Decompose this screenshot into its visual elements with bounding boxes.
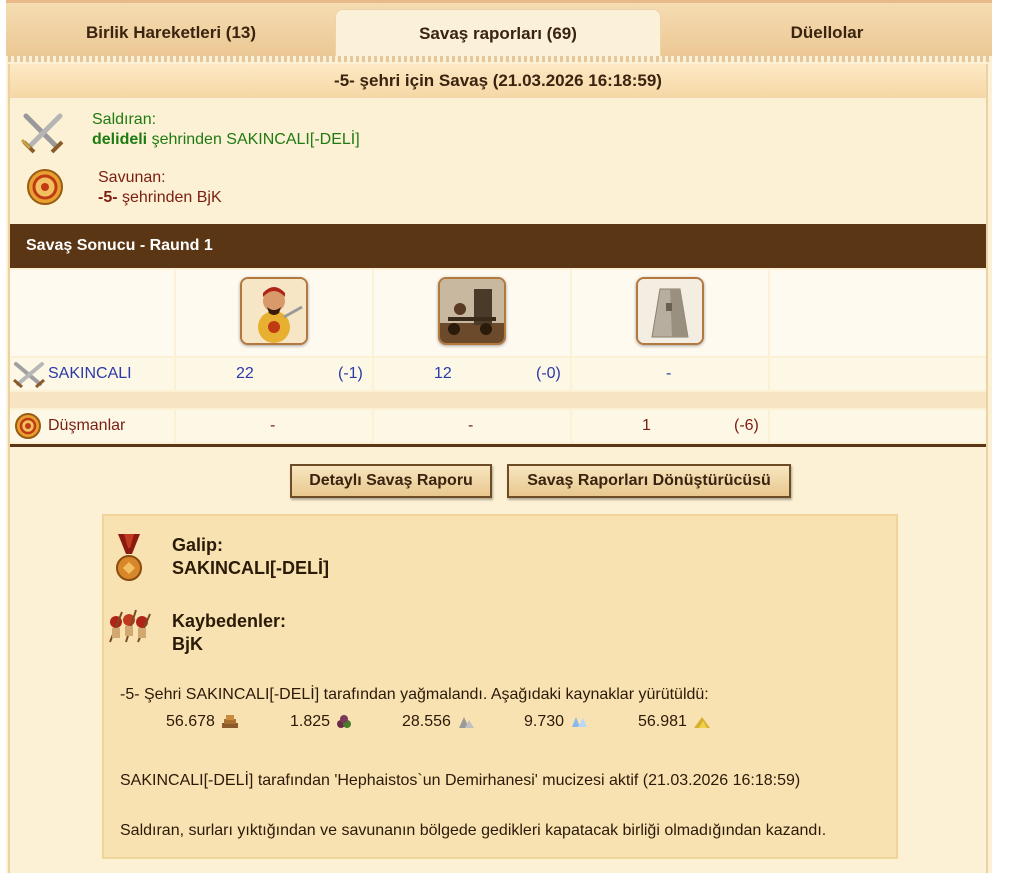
attacker-player: şehrinden SAKINCALI[-DELİ] <box>147 131 360 148</box>
losers-name: BjK <box>172 634 203 654</box>
enemy-row-label: Düşmanlar <box>48 417 126 434</box>
report-title: -5- şehri için Savaş (21.03.2026 16:18:5… <box>10 64 986 98</box>
row-spacer <box>10 392 986 408</box>
battle-report-panel: -5- şehri için Savaş (21.03.2026 16:18:5… <box>8 64 988 873</box>
tab-duels[interactable]: Düellolar <box>662 9 992 57</box>
winner-label: Galip: <box>172 535 224 555</box>
unit-count-cell: - <box>572 358 768 390</box>
unit-count-cell: 1 (-6) <box>572 410 768 442</box>
tab-unit-movements[interactable]: Birlik Hareketleri (13) <box>6 9 336 57</box>
defender-info: -5- şehrinden BjK <box>98 188 222 208</box>
attacker-row-label: SAKINCALI <box>48 365 132 382</box>
wine-icon <box>336 715 354 729</box>
unit-count: 22 <box>236 365 254 382</box>
resource-value: 9.730 <box>524 713 565 730</box>
resource-sulfur: 56.981 <box>638 713 711 731</box>
unit-loss: (-6) <box>734 417 759 434</box>
crystal-icon <box>570 715 588 729</box>
catapult-unit-icon <box>438 277 506 345</box>
unit-loss: (-1) <box>338 365 363 382</box>
attacker-info: delideli şehrinden SAKINCALI[-DELİ] <box>92 130 360 150</box>
resource-value: 56.981 <box>638 713 687 730</box>
battle-result-box: Galip: SAKINCALI[-DELİ] Kaybedenler: BjK… <box>102 514 898 859</box>
defeated-troops-icon <box>106 608 152 649</box>
attacker-block: Saldıran: delideli şehrinden SAKINCALI[-… <box>20 110 360 159</box>
victory-reason-text: Saldıran, surları yıktığından ve savunan… <box>120 822 827 839</box>
resource-wine: 1.825 <box>290 713 354 731</box>
crossed-swords-icon <box>12 360 46 393</box>
wall-unit-icon <box>636 277 704 345</box>
marble-icon <box>457 715 475 729</box>
resource-wood: 56.678 <box>166 713 239 731</box>
empty-cell <box>770 358 986 390</box>
unit-count-cell: 22 (-1) <box>176 358 372 390</box>
wonder-text: SAKINCALI[-DELİ] tarafından 'Hephaistos`… <box>120 772 801 789</box>
unit-count-cell: - <box>176 410 372 442</box>
unit-count: - <box>270 417 276 434</box>
swordsman-unit-icon <box>240 277 308 345</box>
unit-count: 12 <box>434 365 452 382</box>
unit-count: - <box>666 365 672 382</box>
header-empty-cell <box>770 270 986 356</box>
defender-label: Savunan: <box>98 169 166 186</box>
round-title: Savaş Sonucu - Raund 1 <box>10 224 986 268</box>
unit-header-cell <box>176 270 372 356</box>
unit-count-cell: 12 (-0) <box>374 358 570 390</box>
table-bottom-border <box>10 444 986 447</box>
divider <box>8 56 990 62</box>
resource-value: 56.678 <box>166 713 215 730</box>
attacker-city-link[interactable]: delideli <box>92 131 147 148</box>
unit-header-cell <box>572 270 768 356</box>
resource-marble: 28.556 <box>402 713 475 731</box>
sulfur-icon <box>693 715 711 729</box>
tab-battle-reports[interactable]: Savaş raporları (69) <box>335 9 661 57</box>
resource-crystal: 9.730 <box>524 713 588 731</box>
resource-value: 1.825 <box>290 713 331 730</box>
defender-city-link[interactable]: -5- <box>98 189 118 206</box>
defender-player: şehrinden BjK <box>117 189 222 206</box>
detailed-report-button[interactable]: Detaylı Savaş Raporu <box>290 464 492 498</box>
unit-count: 1 <box>642 417 651 434</box>
shield-icon <box>14 412 42 445</box>
medal-icon <box>114 534 144 589</box>
header-empty-cell <box>10 270 174 356</box>
enemy-row-name: Düşmanlar <box>10 410 174 442</box>
resource-value: 28.556 <box>402 713 451 730</box>
report-converter-button[interactable]: Savaş Raporları Dönüştürücüsü <box>507 464 791 498</box>
unit-count: - <box>468 417 474 434</box>
attacker-row-name: SAKINCALI <box>10 358 174 390</box>
unit-header-cell <box>374 270 570 356</box>
defender-block: Savunan: -5- şehrinden BjK <box>20 168 222 211</box>
crossed-swords-icon <box>20 110 66 159</box>
report-tabs: Birlik Hareketleri (13) Savaş raporları … <box>6 0 992 57</box>
unit-loss: (-0) <box>536 365 561 382</box>
plunder-text: -5- Şehri SAKINCALI[-DELİ] tarafından ya… <box>120 686 709 703</box>
shield-icon <box>26 168 64 211</box>
wood-icon <box>221 715 239 729</box>
empty-cell <box>770 410 986 442</box>
winner-name: SAKINCALI[-DELİ] <box>172 558 329 578</box>
losers-label: Kaybedenler: <box>172 611 287 631</box>
unit-count-cell: - <box>374 410 570 442</box>
attacker-label: Saldıran: <box>92 111 157 128</box>
